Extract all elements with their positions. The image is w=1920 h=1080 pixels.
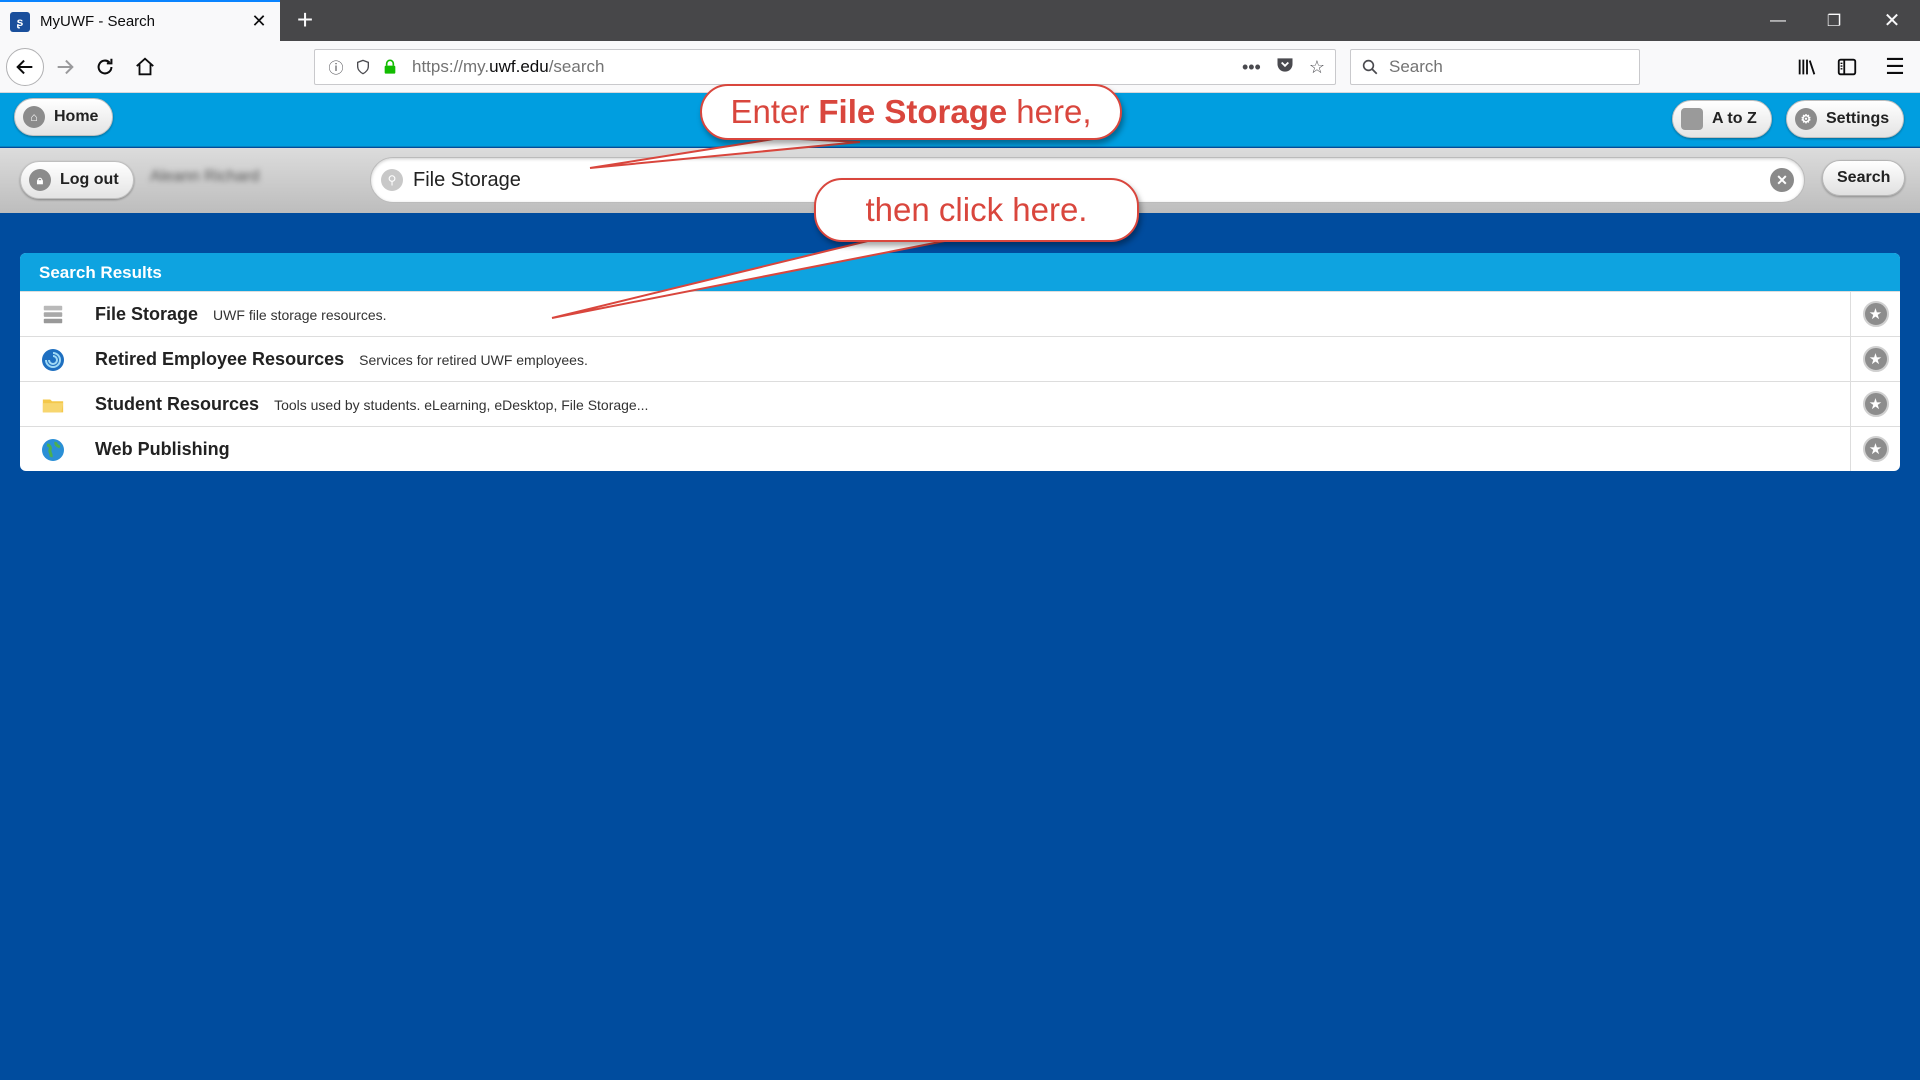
home-icon: ⌂ (23, 106, 45, 128)
uwf-logo-icon: ʂ (10, 11, 30, 32)
logout-button[interactable]: 🔒︎ Log out (20, 161, 134, 199)
favorite-toggle[interactable]: ★ (1850, 382, 1900, 426)
more-actions-icon[interactable]: ••• (1242, 57, 1261, 78)
result-description: Services for retired UWF employees. (359, 351, 588, 368)
sidebar-icon[interactable] (1828, 48, 1866, 86)
result-title[interactable]: File Storage UWF file storage resources. (95, 304, 387, 325)
settings-button[interactable]: ⚙ Settings (1786, 100, 1905, 138)
home-pill-button[interactable]: ⌂ Home (14, 98, 114, 136)
close-tab-icon[interactable]: ✕ (248, 11, 270, 32)
search-icon: ⚲ (381, 169, 403, 191)
callout-text: Enter (730, 93, 810, 130)
user-name: Aleann Richard (150, 168, 260, 185)
search-results-panel: Search Results File Storage UWF file sto… (20, 253, 1900, 471)
arrow-right-icon (57, 59, 74, 75)
star-icon: ★ (1862, 301, 1889, 327)
book-icon (1681, 108, 1703, 130)
server-stack-icon (40, 302, 66, 328)
result-title[interactable]: Web Publishing (95, 439, 230, 460)
settings-label: Settings (1826, 110, 1890, 127)
result-description: UWF file storage resources. (213, 306, 387, 323)
callout-text: here, (1016, 93, 1092, 130)
restore-icon[interactable]: ❐ (1806, 0, 1862, 41)
address-bar[interactable]: ⓘ https://my.uwf.edu/search ••• ☆ (314, 49, 1336, 85)
home-label: Home (54, 108, 99, 125)
search-icon (1362, 59, 1378, 75)
callout-then-click-here: then click here. (814, 178, 1139, 242)
result-description: Tools used by students. eLearning, eDesk… (274, 396, 649, 413)
globe-icon (40, 437, 66, 463)
bookmark-star-icon[interactable]: ☆ (1309, 57, 1325, 78)
result-row-web-publishing[interactable]: Web Publishing ★ (20, 426, 1900, 471)
results-heading: Search Results (20, 253, 1900, 291)
star-icon: ★ (1862, 436, 1889, 462)
reload-icon (97, 58, 113, 75)
uwf-swirl-icon (40, 347, 66, 373)
browser-tab-strip: ʂ MyUWF - Search ✕ + — ❐ ✕ (0, 0, 1920, 41)
browser-search-box[interactable]: Search (1350, 49, 1640, 85)
callout-bold-text: File Storage (818, 93, 1008, 130)
arrow-left-icon (16, 59, 33, 75)
minimize-icon[interactable]: — (1750, 0, 1806, 41)
browser-tab[interactable]: ʂ MyUWF - Search ✕ (0, 0, 280, 41)
lock-icon[interactable] (379, 56, 401, 78)
callout-enter-file-storage: Enter File Storage here, (700, 84, 1122, 140)
lock-icon: 🔒︎ (29, 169, 51, 191)
info-icon[interactable]: ⓘ (325, 56, 347, 78)
library-icon[interactable] (1788, 48, 1826, 86)
result-row-retired-employee[interactable]: Retired Employee Resources Services for … (20, 336, 1900, 381)
result-row-student-resources[interactable]: Student Resources Tools used by students… (20, 381, 1900, 426)
gear-icon: ⚙ (1795, 108, 1817, 130)
forward-button[interactable] (46, 48, 84, 86)
search-button[interactable]: Search (1822, 160, 1906, 196)
close-window-icon[interactable]: ✕ (1864, 0, 1920, 41)
star-icon: ★ (1862, 346, 1889, 372)
folder-icon (40, 392, 66, 418)
new-tab-icon[interactable]: + (288, 4, 322, 38)
reload-button[interactable] (86, 48, 124, 86)
favorite-toggle[interactable]: ★ (1850, 427, 1900, 471)
atoz-button[interactable]: A to Z (1672, 100, 1772, 138)
logout-label: Log out (60, 171, 119, 188)
clear-search-icon[interactable]: ✕ (1770, 168, 1794, 192)
favorite-toggle[interactable]: ★ (1850, 292, 1900, 336)
atoz-label: A to Z (1712, 110, 1757, 127)
home-icon (136, 57, 154, 76)
hamburger-menu-icon[interactable]: ☰ (1876, 48, 1914, 86)
tab-title: MyUWF - Search (40, 13, 156, 30)
url-text: https://my.uwf.edu/search (412, 57, 605, 76)
result-title[interactable]: Student Resources Tools used by students… (95, 394, 648, 415)
back-button[interactable] (6, 48, 44, 86)
shield-icon[interactable] (352, 56, 374, 78)
star-icon: ★ (1862, 391, 1889, 417)
home-button[interactable] (126, 48, 164, 86)
callout-text: then click here. (865, 191, 1088, 228)
result-row-file-storage[interactable]: File Storage UWF file storage resources.… (20, 291, 1900, 336)
favorite-toggle[interactable]: ★ (1850, 337, 1900, 381)
pocket-icon[interactable] (1275, 55, 1295, 80)
browser-search-placeholder: Search (1389, 57, 1443, 76)
result-title[interactable]: Retired Employee Resources Services for … (95, 349, 588, 370)
